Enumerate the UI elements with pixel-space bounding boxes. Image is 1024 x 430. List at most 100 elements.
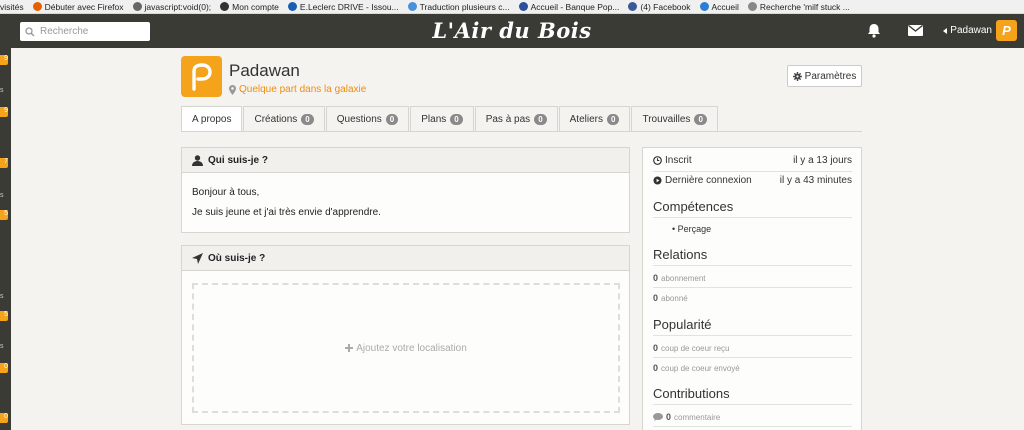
divider [653,171,852,172]
left-side-strip: 9 9 7 5 5 0 0 s s s s [0,48,11,430]
likes-received-label: coup de coeur reçu [661,343,730,353]
divider [653,287,852,288]
profile-name: Padawan [229,61,300,80]
joined-value: il y a 13 jours [793,155,852,166]
divider [653,426,852,427]
divider [653,217,852,218]
likes-received-count: 0 [653,343,659,353]
bookmark-favicon-icon [518,2,528,11]
tab-item[interactable]: Questions 0 [325,106,410,131]
tab-label: Créations [254,113,298,125]
about-line-1: Bonjour à tous, [192,187,260,198]
divider [653,335,852,336]
bookmark-item[interactable]: Débuter avec Firefox [32,1,124,12]
bookmark-favicon-icon [628,2,638,11]
play-circle-icon [653,176,662,185]
tab-count-badge: 0 [450,113,463,125]
avatar: P [996,20,1017,41]
bookmark-favicon-icon [747,2,757,11]
subscriptions-link[interactable]: 0 abonnement [653,273,706,283]
bookmark-favicon-icon [132,2,142,11]
profile-location[interactable]: Quelque part dans la galaxie [229,84,366,95]
location-arrow-icon [192,252,203,264]
caret-left-icon [943,27,948,34]
about-panel-header: Qui suis-je ? [182,148,629,173]
likes-received-link[interactable]: 0 coup de coeur reçu [653,343,730,353]
comments-link[interactable]: 0 commentaire [653,412,720,422]
user-icon [192,154,203,166]
about-line-2: Je suis jeune et j'ai très envie d'appre… [192,207,381,218]
tab-count-badge: 0 [534,113,547,125]
followers-link[interactable]: 0 abonné [653,293,688,303]
strip-text: s [0,87,4,94]
bookmark-label: (4) Facebook [640,1,691,12]
location-title: Où suis-je ? [208,252,266,264]
profile-tabs: A propos Créations 0 Questions 0 Plans 0 Pas à … [181,106,719,131]
strip-badge: 0 [0,413,8,423]
settings-button[interactable]: Paramètres [787,65,862,87]
strip-badge: 5 [0,210,8,220]
bell-icon[interactable] [867,23,881,38]
tab-count-badge: 0 [385,113,399,125]
likes-sent-link[interactable]: 0 coup de coeur envoyé [653,363,740,373]
last-connection-value: il y a 43 minutes [779,175,852,186]
bookmark-favicon-icon [32,2,42,11]
bookmark-label: visités [0,1,24,12]
bookmark-item[interactable]: Mon compte [220,2,279,12]
strip-text: s [0,192,4,199]
likes-sent-label: coup de coeur envoyé [661,363,740,373]
tab-item[interactable]: Pas à pas 0 [474,106,558,131]
bookmark-item[interactable]: Traduction plusieurs c... [407,2,510,12]
bookmark-item[interactable]: visités [0,2,24,12]
strip-text: s [0,293,4,300]
strip-badge: 9 [0,55,8,65]
p-logo-icon [191,62,212,91]
followers-count: 0 [653,293,659,303]
tab-label: Ateliers [569,113,603,125]
comments-count: 0 [666,412,672,422]
tab-item[interactable]: Ateliers 0 [558,106,631,131]
tab-label: Pas à pas [485,113,531,125]
popularity-title: Popularité [653,317,712,332]
bookmark-label: Débuter avec Firefox [44,1,124,12]
subscriptions-count: 0 [653,273,659,283]
tab-label: Plans [421,113,447,125]
bookmark-item[interactable]: Recherche 'milf stuck ... [747,1,850,12]
joined-row: Inscrit il y a 13 jours [653,155,852,166]
bookmark-item[interactable]: E.Leclerc DRIVE - Issou... [287,1,399,12]
contributions-title: Contributions [653,386,730,401]
bookmark-label: Accueil [711,1,739,12]
strip-text: s [0,343,4,350]
tab-label: Trouvailles [642,113,691,125]
bookmark-favicon-icon [220,2,230,11]
tabs-divider [181,131,862,132]
bookmark-label: E.Leclerc DRIVE - Issou... [299,1,399,12]
bookmarks-bar: visités Débuter avec Firefox javascript:vo… [0,0,1024,14]
location-panel-header: Où suis-je ? [182,246,629,271]
likes-sent-count: 0 [653,363,659,373]
tab-item[interactable]: Plans 0 [410,106,474,131]
skills-title: Compétences [653,199,734,214]
plus-icon [345,344,354,352]
tab-item[interactable]: Trouvailles 0 [631,106,718,131]
strip-badge: 7 [0,158,8,168]
bookmark-label: Mon compte [232,1,279,12]
user-menu[interactable]: Padawan P [943,20,1017,41]
comments-label: commentaire [674,412,721,422]
divider [653,404,852,405]
tab-label: Questions [336,113,382,125]
bookmark-favicon-icon [699,2,709,11]
bookmark-item[interactable]: Accueil [699,1,739,12]
mail-icon[interactable] [908,25,923,36]
bookmark-item[interactable]: Accueil - Banque Pop... [518,2,619,12]
top-navbar: Recherche L'Air du Bois Padawan P [0,14,1024,48]
tab-item[interactable]: Créations 0 [243,106,325,131]
add-location-dropzone[interactable]: Ajoutez votre localisation [192,283,620,413]
bookmark-label: Recherche 'milf stuck ... [759,1,850,12]
bookmark-item[interactable]: (4) Facebook [628,1,691,12]
strip-badge: 9 [0,107,8,117]
skill-item: • Perçage [672,224,712,234]
bookmark-item[interactable]: javascript:void(0); [132,2,211,12]
map-marker-icon [229,84,236,95]
tab-about[interactable]: A propos [181,106,243,131]
